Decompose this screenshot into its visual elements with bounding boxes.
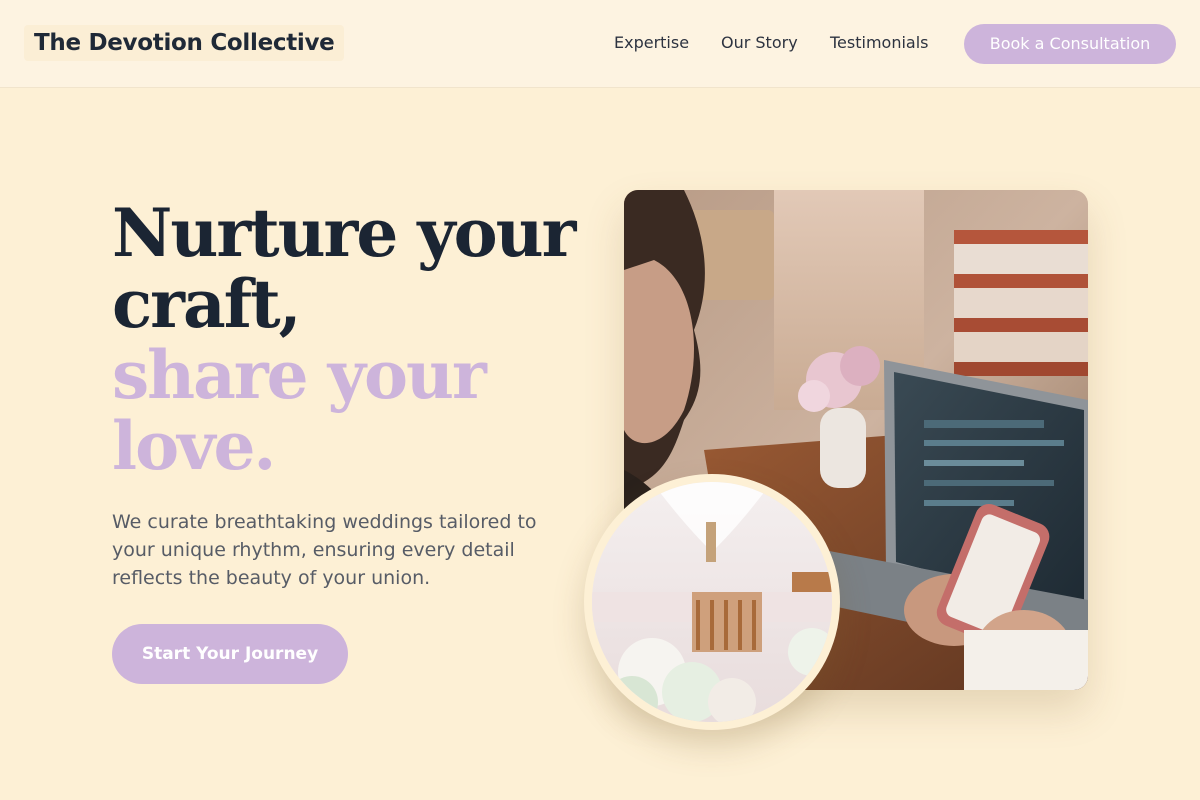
hero-headline: Nurture your craft, share your love. — [112, 198, 582, 482]
headline-line-3: share your — [112, 336, 487, 414]
brand-logo[interactable]: The Devotion Collective — [24, 25, 345, 61]
nav-link-our-story[interactable]: Our Story — [721, 33, 798, 53]
site-header: The Devotion Collective Expertise Our St… — [0, 0, 1200, 88]
wedding-table-setting-photo — [592, 482, 832, 722]
nav-link-expertise[interactable]: Expertise — [614, 33, 689, 53]
headline-line-1: Nurture your — [112, 194, 576, 272]
hero-description: We curate breathtaking weddings tailored… — [112, 511, 537, 589]
circle-photo — [584, 474, 840, 730]
nav-link-testimonials[interactable]: Testimonials — [830, 33, 929, 53]
headline-line-2: craft, — [112, 265, 302, 343]
start-journey-button[interactable]: Start Your Journey — [112, 624, 348, 684]
book-consultation-button[interactable]: Book a Consultation — [964, 24, 1176, 64]
headline-line-4: love. — [112, 407, 276, 485]
